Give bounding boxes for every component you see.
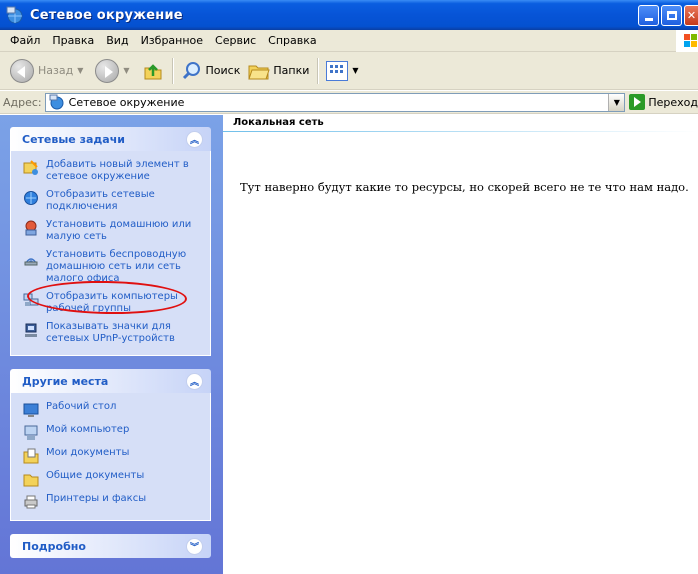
task-label: Показывать значки для сетевых UPnP-устро…: [46, 321, 175, 344]
chevron-down-icon[interactable]: ▼: [123, 66, 129, 75]
panel-title: Подробно: [22, 539, 86, 553]
home-network-icon: [23, 220, 39, 236]
place-shared-documents[interactable]: Общие документы: [23, 470, 202, 487]
expand-icon[interactable]: ︾: [186, 537, 203, 555]
other-places-header[interactable]: Другие места ︽: [10, 369, 211, 393]
annotation-text: Тут наверно будут какие то ресурсы, но с…: [240, 180, 689, 194]
wireless-network-icon: [23, 250, 39, 266]
task-label: Добавить новый элемент в сетевое окружен…: [46, 159, 189, 182]
upnp-devices-icon: [23, 322, 39, 338]
task-pane: Сетевые задачи ︽ Добавить новый элемент …: [0, 115, 223, 574]
menu-view[interactable]: Вид: [100, 34, 134, 47]
details-panel: Подробно ︾: [10, 534, 211, 558]
views-button[interactable]: ▼: [322, 56, 366, 86]
windows-logo-icon: [676, 30, 698, 52]
folder-up-icon: [142, 60, 164, 82]
search-label: Поиск: [205, 64, 241, 77]
place-my-documents[interactable]: Мои документы: [23, 447, 202, 464]
place-printers-faxes[interactable]: Принтеры и факсы: [23, 493, 202, 510]
place-desktop[interactable]: Рабочий стол: [23, 401, 202, 418]
folders-label: Папки: [273, 64, 310, 77]
forward-arrow-icon: [95, 58, 120, 83]
menu-bar: Файл Правка Вид Избранное Сервис Справка: [0, 30, 698, 52]
back-button[interactable]: Назад ▼: [6, 56, 91, 86]
collapse-icon[interactable]: ︽: [186, 372, 203, 390]
place-my-computer[interactable]: Мой компьютер: [23, 424, 202, 441]
desktop-icon: [23, 402, 39, 418]
content-pane: Локальная сеть Тут наверно будут какие т…: [223, 115, 698, 574]
details-header[interactable]: Подробно ︾: [10, 534, 211, 558]
shared-documents-icon: [23, 471, 39, 487]
close-icon: ✕: [686, 9, 697, 22]
go-label: Переход: [648, 95, 698, 109]
printers-faxes-icon: [23, 494, 39, 510]
window-title: Сетевое окружение: [30, 7, 183, 23]
chevron-down-icon[interactable]: ▼: [608, 93, 625, 111]
group-divider: [223, 131, 698, 132]
back-label: Назад: [38, 64, 74, 77]
task-label: Отобразить сетевые подключения: [46, 189, 155, 212]
task-label: Установить домашнюю или малую сеть: [46, 219, 192, 242]
toolbar-separator: [317, 57, 319, 84]
folders-icon: [248, 62, 271, 80]
panel-title: Сетевые задачи: [22, 132, 125, 146]
task-network-connections[interactable]: Отобразить сетевые подключения: [23, 189, 202, 213]
up-button[interactable]: [138, 56, 168, 86]
task-add-network-place[interactable]: Добавить новый элемент в сетевое окружен…: [23, 159, 202, 183]
other-places-panel: Другие места ︽ Рабочий стол Мой компьюте…: [10, 369, 211, 521]
chevron-down-icon[interactable]: ▼: [352, 66, 358, 75]
network-connections-icon: [23, 190, 39, 206]
go-button[interactable]: Переход: [629, 94, 698, 110]
toolbar-separator: [171, 57, 173, 84]
folders-button[interactable]: Папки: [244, 56, 313, 86]
task-home-network[interactable]: Установить домашнюю или малую сеть: [23, 219, 202, 243]
toolbar: Назад ▼ ▼ Поиск Папки ▼: [0, 52, 698, 90]
place-label: Принтеры и факсы: [46, 493, 147, 504]
address-bar: Адрес: Сетевое окружение ▼ Переход: [0, 91, 698, 114]
search-button[interactable]: Поиск: [177, 56, 245, 86]
network-tasks-panel: Сетевые задачи ︽ Добавить новый элемент …: [10, 127, 211, 356]
maximize-button[interactable]: [661, 5, 682, 26]
go-arrow-icon: [629, 94, 646, 110]
place-label: Мой компьютер: [46, 424, 130, 435]
close-button[interactable]: ✕: [684, 5, 698, 26]
search-icon: [181, 60, 203, 82]
chevron-down-icon[interactable]: ▼: [77, 66, 83, 75]
network-places-icon: [49, 94, 65, 110]
forward-button[interactable]: ▼: [91, 56, 137, 86]
my-computer-icon: [23, 425, 39, 441]
network-tasks-header[interactable]: Сетевые задачи ︽: [10, 127, 211, 151]
task-label: Установить беспроводную домашнюю сеть ил…: [46, 249, 187, 284]
place-label: Общие документы: [46, 470, 145, 481]
menu-edit[interactable]: Правка: [46, 34, 100, 47]
task-wireless-network[interactable]: Установить беспроводную домашнюю сеть ил…: [23, 249, 202, 285]
minimize-button[interactable]: [638, 5, 659, 26]
address-input[interactable]: Сетевое окружение ▼: [44, 92, 626, 112]
add-network-place-icon: [23, 160, 39, 176]
maximize-icon: [666, 11, 677, 20]
group-header: Локальная сеть: [233, 117, 324, 128]
menu-tools[interactable]: Сервис: [209, 34, 262, 47]
network-places-icon: [6, 6, 24, 24]
place-label: Мои документы: [46, 447, 130, 458]
address-value: Сетевое окружение: [68, 95, 185, 109]
menu-file[interactable]: Файл: [4, 34, 46, 47]
back-arrow-icon: [10, 58, 34, 83]
minimize-icon: [644, 18, 653, 21]
my-documents-icon: [23, 448, 39, 464]
task-upnp-devices[interactable]: Показывать значки для сетевых UPnP-устро…: [23, 321, 202, 345]
place-label: Рабочий стол: [46, 401, 117, 412]
menu-help[interactable]: Справка: [262, 34, 322, 47]
title-bar[interactable]: Сетевое окружение ✕: [0, 0, 698, 30]
address-label: Адрес:: [3, 95, 42, 109]
menu-favorites[interactable]: Избранное: [135, 34, 209, 47]
views-grid-icon: [326, 60, 349, 81]
collapse-icon[interactable]: ︽: [186, 130, 203, 148]
panel-title: Другие места: [22, 374, 109, 388]
